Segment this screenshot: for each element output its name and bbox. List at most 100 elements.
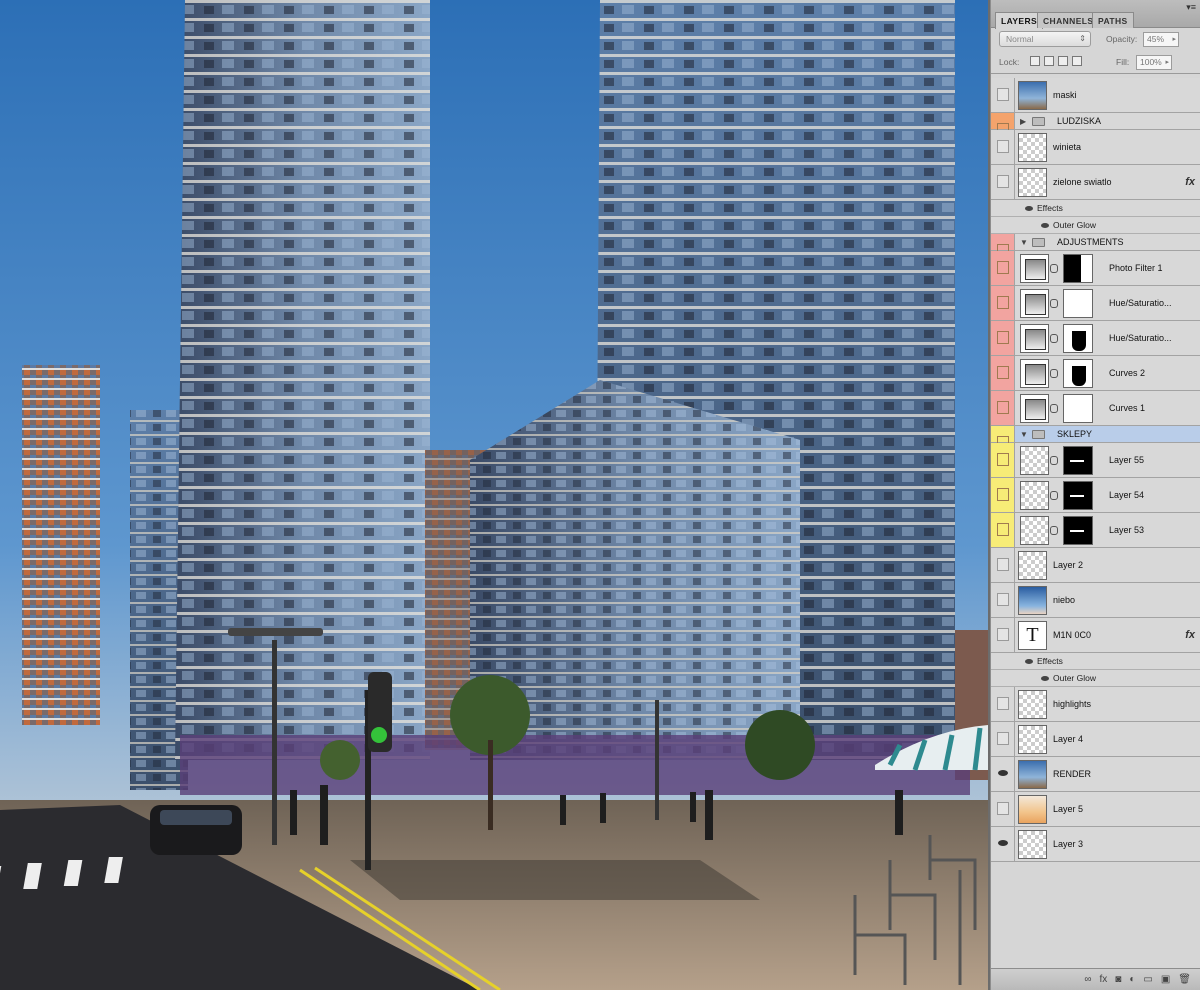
link-icon[interactable] [1050,456,1058,465]
layer-mask-thumbnail[interactable] [1063,324,1093,353]
add-mask-icon[interactable]: ◙ [1115,974,1121,985]
opacity-input[interactable]: 45% ▸ [1143,32,1179,47]
layer-row[interactable]: Photo Filter 1 [991,251,1200,286]
link-layers-icon[interactable]: ∞ [1084,974,1091,985]
layer-row[interactable]: Layer 2 [991,548,1200,583]
visibility-toggle[interactable] [991,618,1015,652]
layer-row[interactable]: Layer 55 [991,443,1200,478]
layer-effects-row[interactable]: Effects [991,200,1200,217]
document-canvas[interactable] [0,0,988,990]
visibility-box[interactable] [997,401,1009,414]
visibility-toggle[interactable] [991,234,1015,257]
tab-layers[interactable]: LAYERS [995,12,1044,29]
eye-icon[interactable] [1041,676,1049,681]
eye-icon[interactable] [1025,206,1033,211]
link-icon[interactable] [1050,299,1058,308]
visibility-toggle[interactable] [991,426,1015,449]
fill-input[interactable]: 100% ▸ [1136,55,1172,70]
layer-row[interactable]: Curves 2 [991,356,1200,391]
lock-image-icon[interactable] [1044,56,1054,66]
layer-effect-item[interactable]: Outer Glow [991,217,1200,234]
visibility-toggle[interactable] [991,513,1015,547]
layer-effects-row[interactable]: Effects [991,653,1200,670]
fx-icon[interactable]: fx [1185,165,1195,200]
visibility-toggle[interactable] [991,722,1015,756]
tab-channels[interactable]: CHANNELS [1037,12,1100,28]
layer-row[interactable]: Hue/Saturatio... [991,286,1200,321]
visibility-toggle[interactable] [991,827,1015,861]
layer-row[interactable]: Layer 4 [991,722,1200,757]
eye-icon[interactable] [1041,223,1049,228]
visibility-toggle[interactable] [991,130,1015,164]
disclosure-open-icon[interactable]: ▼ [1020,234,1028,251]
layer-row[interactable]: highlights [991,687,1200,722]
visibility-box[interactable] [997,593,1009,606]
visibility-box[interactable] [997,88,1009,101]
layer-mask-thumbnail[interactable] [1063,289,1093,318]
link-icon[interactable] [1050,404,1058,413]
link-icon[interactable] [1050,264,1058,273]
visibility-toggle[interactable] [991,78,1015,112]
visibility-box[interactable] [997,732,1009,745]
disclosure-open-icon[interactable]: ▼ [1020,426,1028,443]
layer-mask-thumbnail[interactable] [1063,254,1093,283]
visibility-box[interactable] [997,802,1009,815]
link-icon[interactable] [1050,334,1058,343]
layer-row[interactable]: Layer 53 [991,513,1200,548]
lock-position-icon[interactable] [1058,56,1068,66]
eye-icon[interactable] [1025,659,1033,664]
blend-mode-select[interactable]: Normal ⇕ [999,31,1091,47]
disclosure-closed-icon[interactable]: ▶ [1020,113,1026,130]
visibility-toggle[interactable] [991,548,1015,582]
layer-group-row[interactable]: ▼ SKLEPY [991,426,1200,449]
visibility-toggle[interactable] [991,391,1015,425]
link-icon[interactable] [1050,491,1058,500]
layer-row[interactable]: Curves 1 [991,391,1200,426]
layer-group-row[interactable]: ▼ ADJUSTMENTS [991,234,1200,257]
layer-row[interactable]: Layer 3 [991,827,1200,862]
layer-row[interactable]: Layer 5 [991,792,1200,827]
layer-mask-thumbnail[interactable] [1063,481,1093,510]
eye-icon[interactable] [997,767,1009,780]
layer-row[interactable]: niebo [991,583,1200,618]
tab-paths[interactable]: PATHS [1092,12,1134,28]
visibility-toggle[interactable] [991,583,1015,617]
layer-effect-item[interactable]: Outer Glow [991,670,1200,687]
visibility-box[interactable] [997,628,1009,641]
visibility-toggle[interactable] [991,251,1015,285]
visibility-toggle[interactable] [991,321,1015,355]
layer-row[interactable]: Layer 54 [991,478,1200,513]
adjustment-icon[interactable]: ◐ [1129,974,1135,985]
new-group-icon[interactable]: ▭ [1143,974,1152,985]
visibility-box[interactable] [997,453,1009,466]
fx-icon[interactable]: fx [1185,618,1195,653]
visibility-box[interactable] [997,558,1009,571]
visibility-box[interactable] [997,523,1009,536]
layer-row[interactable]: Hue/Saturatio... [991,321,1200,356]
lock-all-icon[interactable] [1072,56,1082,66]
layer-row[interactable]: maski [991,78,1200,113]
layer-group-row[interactable]: ▶ LUDZISKA [991,113,1200,136]
eye-icon[interactable] [997,837,1009,850]
visibility-toggle[interactable] [991,165,1015,199]
visibility-toggle[interactable] [991,792,1015,826]
visibility-box[interactable] [997,261,1009,274]
layer-mask-thumbnail[interactable] [1063,359,1093,388]
visibility-toggle[interactable] [991,687,1015,721]
fx-icon[interactable]: fx [1100,974,1108,985]
new-layer-icon[interactable]: ▣ [1161,974,1170,985]
layer-mask-thumbnail[interactable] [1063,446,1093,475]
panel-menu-icon[interactable]: ▾≡ [1186,2,1196,13]
layer-row[interactable]: RENDER [991,757,1200,792]
link-icon[interactable] [1050,369,1058,378]
layer-row[interactable]: winieta [991,130,1200,165]
layer-mask-thumbnail[interactable] [1063,394,1093,423]
trash-icon[interactable]: 🗑 [1178,974,1191,985]
visibility-toggle[interactable] [991,478,1015,512]
visibility-toggle[interactable] [991,757,1015,791]
visibility-box[interactable] [997,488,1009,501]
link-icon[interactable] [1050,526,1058,535]
visibility-box[interactable] [997,331,1009,344]
visibility-toggle[interactable] [991,356,1015,390]
visibility-toggle[interactable] [991,443,1015,477]
